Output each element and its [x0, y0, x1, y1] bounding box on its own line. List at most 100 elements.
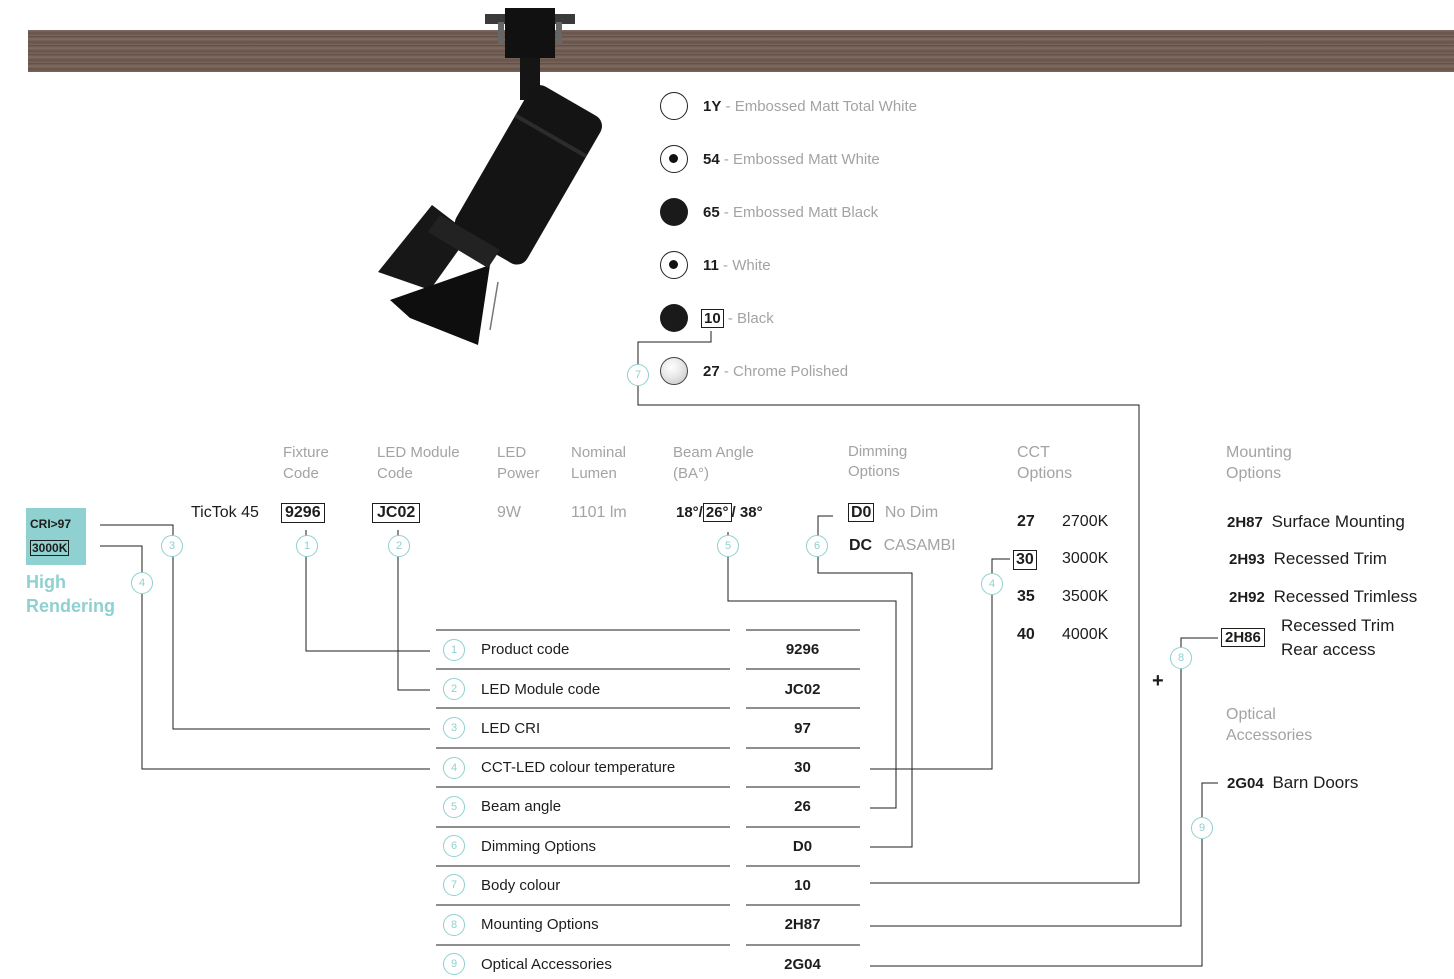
header-line: Options — [1017, 465, 1073, 482]
table-label-product-code: Product code — [481, 641, 570, 658]
accessory-name: Barn Doors — [1272, 773, 1359, 792]
callout-circle-6: 6 — [806, 535, 828, 557]
callout-circle-1: 1 — [296, 535, 318, 557]
table-value-dimming: D0 — [792, 838, 813, 855]
cri-line-1: CRI>97 — [30, 517, 72, 531]
high-rendering-label-2: Rendering — [26, 596, 116, 616]
swatch-1y — [660, 92, 688, 120]
colour-code: 54 — [703, 151, 720, 168]
dimming-name: No Dim — [884, 504, 939, 521]
table-num-3: 3 — [443, 717, 465, 739]
high-rendering-label-1: High — [26, 572, 66, 592]
colour-sep: - — [725, 98, 731, 115]
table-label-cct: CCT-LED colour temperature — [481, 759, 676, 776]
swatch-10 — [660, 304, 688, 332]
header-nominal-lumen: Nominal Lumen — [571, 442, 626, 484]
cct-code-27: 27 — [1017, 513, 1035, 530]
dimming-code: D0 — [848, 503, 875, 522]
header-line: Code — [377, 465, 413, 482]
colour-option-27: 27 - Chrome Polished — [703, 363, 848, 380]
header-line: Dimming — [848, 443, 908, 460]
colour-code: 11 — [703, 257, 719, 274]
table-value-body-colour: 10 — [794, 877, 811, 894]
colour-option-54: 54 - Embossed Matt White — [703, 151, 880, 168]
colour-sep: - — [727, 310, 733, 327]
header-line: Options — [1226, 465, 1282, 482]
connector-lines — [100, 331, 1218, 967]
fixture-code-value: 9296 — [281, 503, 325, 523]
mounting-option-2h87: 2H87 Surface Mounting — [1227, 512, 1405, 532]
beam-angle-38: / 38° — [731, 504, 763, 521]
colour-sep: - — [723, 204, 729, 221]
header-led-module-code: LED Module Code — [377, 442, 460, 484]
table-num-8: 8 — [443, 914, 465, 936]
led-power-value: 9W — [497, 504, 521, 521]
mounting-code: 2H92 — [1229, 589, 1265, 606]
colour-option-10: 10 - Black — [701, 309, 774, 328]
table-num-6: 6 — [443, 835, 465, 857]
colour-name: Embossed Matt White — [733, 151, 880, 168]
colour-name: Embossed Matt Black — [733, 204, 879, 221]
swatch-11 — [660, 251, 688, 279]
table-value-optical: 2G04 — [784, 956, 821, 973]
table-value-product-code: 9296 — [785, 641, 820, 658]
mounting-option-2h93: 2H93 Recessed Trim — [1229, 549, 1387, 569]
table-label-body-colour: Body colour — [481, 877, 561, 894]
dimming-code: DC — [849, 537, 873, 554]
colour-sep: - — [723, 363, 729, 380]
header-line: Nominal — [571, 444, 627, 461]
table-label-led-cri: LED CRI — [481, 720, 541, 737]
mounting-name: Recessed Trimless — [1273, 587, 1418, 606]
table-value-led-module-code: JC02 — [784, 681, 821, 698]
colour-option-11: 11 - White — [703, 257, 771, 274]
header-line: Options — [848, 463, 900, 480]
callout-circle-7: 7 — [627, 364, 649, 386]
callout-circle-3: 3 — [161, 535, 183, 557]
table-label-mounting: Mounting Options — [481, 916, 599, 933]
table-num-1: 1 — [443, 639, 465, 661]
swatch-65 — [660, 198, 688, 226]
colour-sep: - — [723, 257, 729, 274]
callout-circle-4-right: 4 — [981, 573, 1003, 595]
mounting-code: 2H93 — [1229, 551, 1265, 568]
header-line: Optical — [1226, 706, 1276, 723]
colour-code: 27 — [703, 363, 720, 380]
mounting-code-2h86: 2H86 — [1221, 628, 1265, 647]
swatch-54 — [660, 145, 688, 173]
header-line: Power — [497, 465, 540, 482]
header-cct-options: CCT Options — [1017, 442, 1072, 484]
product-name: TicTok 45 — [191, 504, 259, 521]
accessory-2g04: 2G04 Barn Doors — [1227, 773, 1358, 793]
header-beam-angle: Beam Angle (BA°) — [673, 442, 754, 484]
led-module-code-value: JC02 — [372, 503, 421, 523]
cct-value-3000: 3000K — [1062, 550, 1109, 567]
colour-code: 1Y — [703, 98, 722, 115]
cri-line-2: 3000K — [30, 540, 70, 556]
dimming-option-dc: DC CASAMBI — [849, 537, 956, 555]
table-value-beam-angle: 26 — [794, 798, 811, 815]
header-line: (BA°) — [673, 465, 709, 482]
header-line: Mounting — [1226, 444, 1292, 461]
beam-angle-26: 26° — [702, 503, 732, 522]
header-line: Code — [283, 465, 319, 482]
header-line: CCT — [1017, 444, 1050, 461]
plus-sign: + — [1152, 670, 1164, 692]
colour-name: Embossed Matt Total White — [734, 98, 918, 115]
accessory-code: 2G04 — [1227, 775, 1264, 792]
callout-circle-8: 8 — [1170, 647, 1192, 669]
callout-circle-4-left: 4 — [131, 572, 153, 594]
colour-option-1y: 1Y - Embossed Matt Total White — [703, 98, 917, 115]
table-num-2: 2 — [443, 678, 465, 700]
colour-sep: - — [723, 151, 729, 168]
colour-code: 10 — [701, 309, 724, 328]
header-mounting-options: Mounting Options — [1226, 442, 1292, 484]
mounting-name: Recessed Trim — [1273, 549, 1387, 568]
table-num-5: 5 — [443, 796, 465, 818]
header-line: Fixture — [283, 444, 329, 461]
nominal-lumen-value: 1101 lm — [571, 504, 627, 521]
header-line: Lumen — [571, 465, 617, 482]
header-line: LED Module — [377, 444, 460, 461]
table-num-9: 9 — [443, 953, 465, 975]
dimming-option-d0: D0 No Dim — [848, 503, 939, 522]
table-label-led-module-code: LED Module code — [481, 681, 601, 698]
